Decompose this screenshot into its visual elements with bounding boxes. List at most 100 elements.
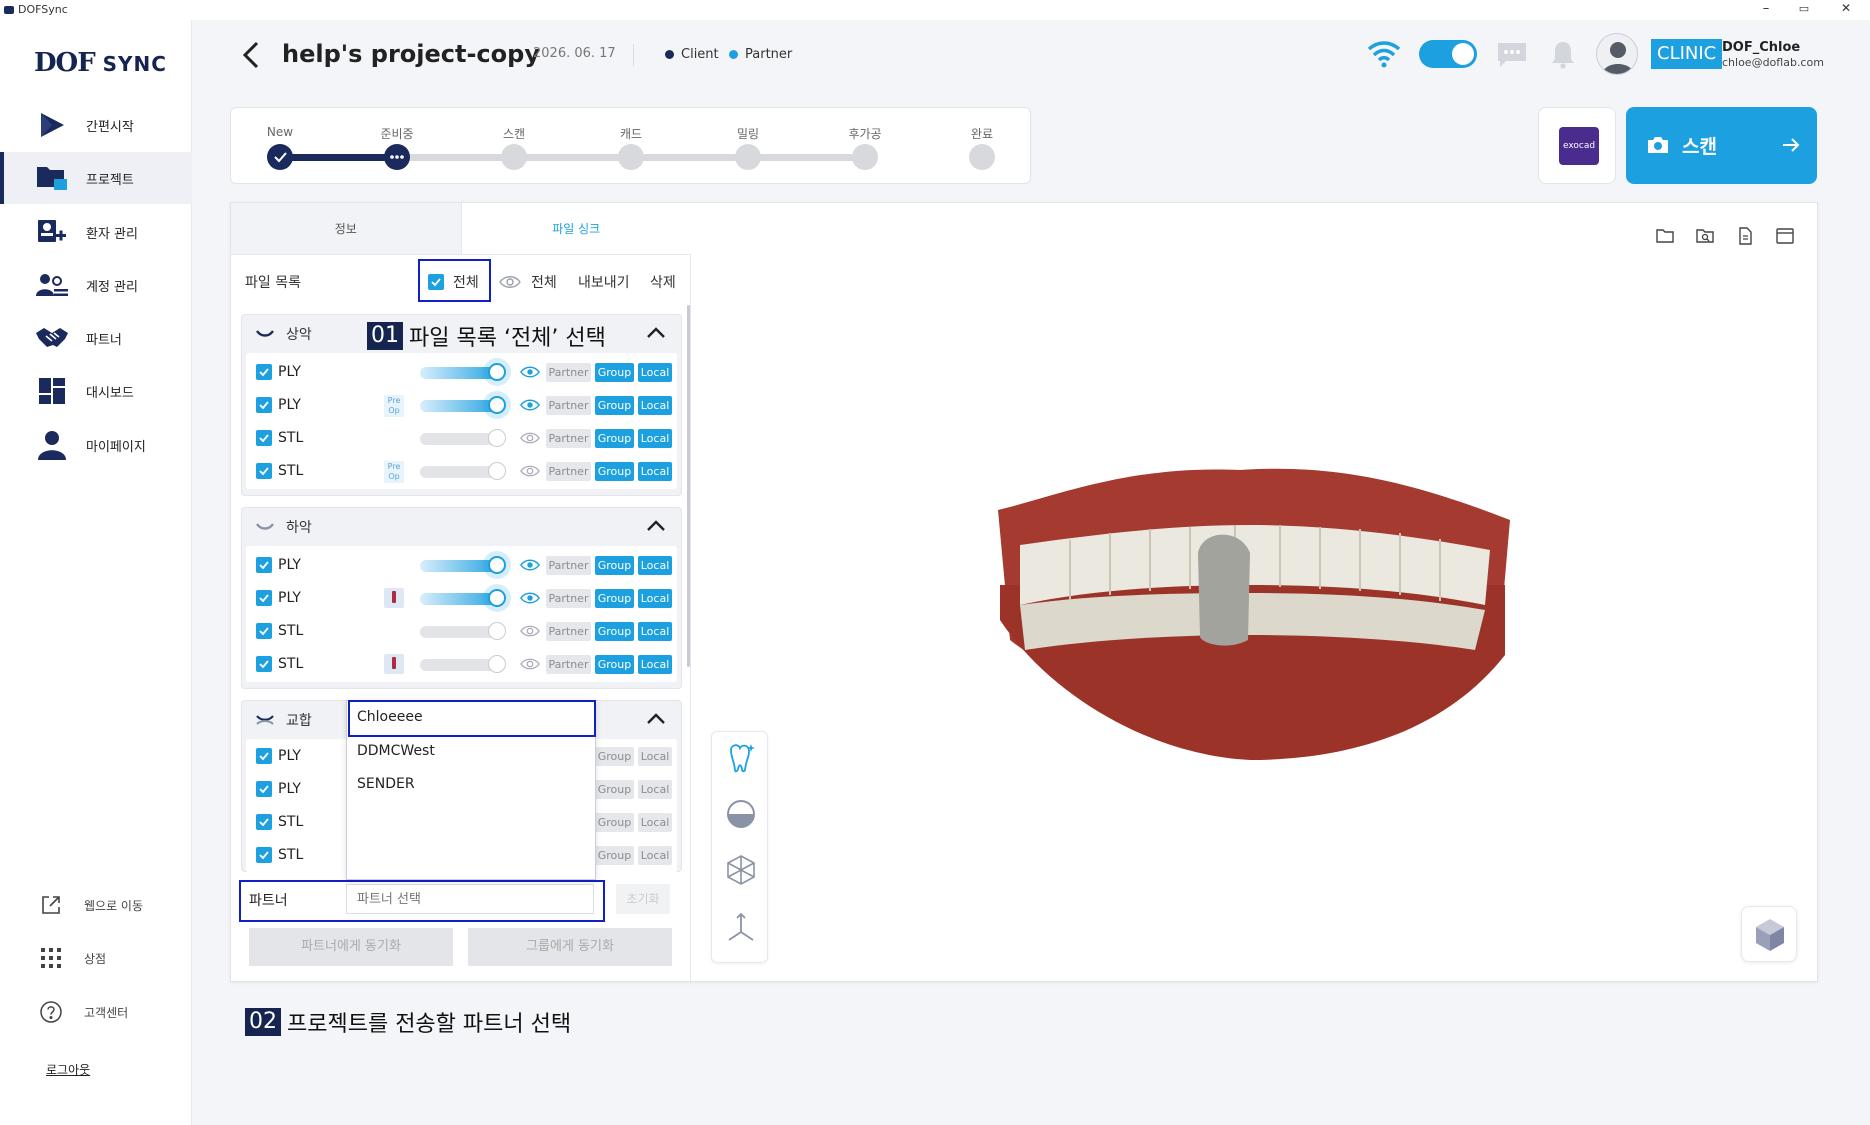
sidebar-item-accounts[interactable]: 계정 관리 <box>0 259 192 311</box>
folder-open-icon[interactable] <box>1655 226 1675 246</box>
tag-local[interactable]: Local <box>638 462 672 481</box>
tab-file-sync[interactable]: 파일 싱크 <box>461 203 691 254</box>
sync-toggle[interactable] <box>1419 40 1477 68</box>
file-checkbox[interactable] <box>256 397 272 413</box>
opacity-slider[interactable] <box>420 556 506 574</box>
tag-local[interactable]: Local <box>638 589 672 608</box>
eye-icon[interactable] <box>520 558 540 572</box>
opacity-slider[interactable] <box>420 655 506 673</box>
avatar[interactable] <box>1596 33 1638 75</box>
exocad-button[interactable]: exocad <box>1538 107 1616 184</box>
tag-group[interactable]: Group <box>595 813 634 832</box>
eye-icon[interactable] <box>520 624 540 638</box>
sidebar-item-dashboard[interactable]: 대시보드 <box>0 365 192 417</box>
tag-group[interactable]: Group <box>595 556 634 575</box>
eye-icon[interactable] <box>520 431 540 445</box>
eye-icon[interactable] <box>520 591 540 605</box>
slider-knob[interactable] <box>488 429 506 447</box>
view-all-button[interactable]: 전체 <box>499 272 557 292</box>
tag-group[interactable]: Group <box>595 747 634 766</box>
partner-search-input[interactable] <box>346 884 594 914</box>
opacity-slider[interactable] <box>420 363 506 381</box>
tag-local[interactable]: Local <box>638 396 672 415</box>
export-button[interactable]: 내보내기 <box>578 272 630 292</box>
step-node-preparing[interactable] <box>384 144 410 170</box>
dropdown-option[interactable]: SENDER <box>357 776 415 792</box>
file-checkbox[interactable] <box>256 430 272 446</box>
tag-group[interactable]: Group <box>595 429 634 448</box>
file-checkbox[interactable] <box>256 781 272 797</box>
slider-knob[interactable] <box>488 556 506 574</box>
group-header[interactable]: 하악 <box>256 517 312 537</box>
select-all-checkbox[interactable]: 전체 <box>428 272 479 292</box>
step-node-postprocess[interactable] <box>852 144 878 170</box>
delete-button[interactable]: 삭제 <box>650 272 676 292</box>
file-checkbox[interactable] <box>256 557 272 573</box>
file-checkbox[interactable] <box>256 656 272 672</box>
eye-icon[interactable] <box>520 657 540 671</box>
opacity-slider[interactable] <box>420 462 506 480</box>
eye-icon[interactable] <box>520 365 540 379</box>
tag-local[interactable]: Local <box>638 780 672 799</box>
tag-group[interactable]: Group <box>595 363 634 382</box>
group-header[interactable]: 상악 <box>256 324 312 344</box>
sidebar-item-projects[interactable]: 프로젝트 <box>0 152 192 204</box>
half-circle-icon[interactable] <box>725 798 757 830</box>
file-list-scrollbar[interactable] <box>687 305 690 667</box>
document-icon[interactable] <box>1735 226 1755 246</box>
tab-info[interactable]: 정보 <box>231 203 462 254</box>
chevron-up-icon[interactable] <box>645 709 667 729</box>
tag-partner[interactable]: Partner <box>546 556 591 575</box>
tag-group[interactable]: Group <box>595 655 634 674</box>
tag-local[interactable]: Local <box>638 846 672 865</box>
chat-icon[interactable] <box>1496 41 1528 69</box>
file-checkbox[interactable] <box>256 463 272 479</box>
sidebar-item-partners[interactable]: 파트너 <box>0 312 192 364</box>
sync-to-group-button[interactable]: 그룹에게 동기화 <box>468 928 672 966</box>
step-node-milling[interactable] <box>735 144 761 170</box>
chevron-up-icon[interactable] <box>645 516 667 536</box>
tag-local[interactable]: Local <box>638 429 672 448</box>
tag-local[interactable]: Local <box>638 363 672 382</box>
slider-knob[interactable] <box>488 363 506 381</box>
slider-knob[interactable] <box>488 622 506 640</box>
eye-icon[interactable] <box>520 464 540 478</box>
sync-to-partner-button[interactable]: 파트너에게 동기화 <box>249 928 453 966</box>
tag-group[interactable]: Group <box>595 396 634 415</box>
tag-partner[interactable]: Partner <box>546 589 591 608</box>
file-checkbox[interactable] <box>256 623 272 639</box>
tag-partner[interactable]: Partner <box>546 363 591 382</box>
opacity-slider[interactable] <box>420 589 506 607</box>
sidebar-item-web[interactable]: 웹으로 이동 <box>0 885 192 925</box>
axis-icon[interactable] <box>725 912 757 944</box>
tooth-sparkle-icon[interactable] <box>725 742 757 774</box>
tag-group[interactable]: Group <box>595 589 634 608</box>
sidebar-item-support[interactable]: 고객센터 <box>0 992 192 1032</box>
file-checkbox[interactable] <box>256 364 272 380</box>
step-node-cad[interactable] <box>618 144 644 170</box>
reset-button[interactable]: 초기화 <box>616 884 670 914</box>
file-checkbox[interactable] <box>256 847 272 863</box>
wifi-icon[interactable] <box>1367 40 1401 68</box>
file-checkbox[interactable] <box>256 814 272 830</box>
slider-knob[interactable] <box>488 655 506 673</box>
dental-3d-model[interactable] <box>990 465 1520 765</box>
tag-local[interactable]: Local <box>638 813 672 832</box>
tag-partner[interactable]: Partner <box>546 622 591 641</box>
file-checkbox[interactable] <box>256 590 272 606</box>
slider-knob[interactable] <box>488 462 506 480</box>
close-button[interactable]: ✕ <box>1836 1 1856 15</box>
logout-link[interactable]: 로그아웃 <box>46 1061 90 1078</box>
slider-knob[interactable] <box>488 589 506 607</box>
tag-local[interactable]: Local <box>638 747 672 766</box>
minimize-button[interactable]: – <box>1756 1 1776 16</box>
step-node-scan[interactable] <box>501 144 527 170</box>
opacity-slider[interactable] <box>420 429 506 447</box>
eye-icon[interactable] <box>520 398 540 412</box>
tag-local[interactable]: Local <box>638 556 672 575</box>
tag-group[interactable]: Group <box>595 622 634 641</box>
step-node-new[interactable] <box>267 144 293 170</box>
mesh-icon[interactable] <box>725 854 757 886</box>
sidebar-item-patients[interactable]: 환자 관리 <box>0 206 192 258</box>
tag-partner[interactable]: Partner <box>546 429 591 448</box>
